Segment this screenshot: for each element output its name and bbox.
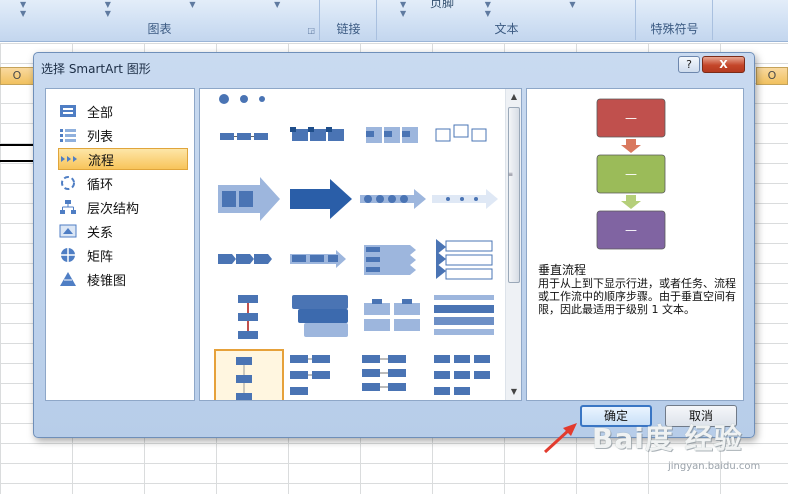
layout-thumbnail[interactable] bbox=[286, 289, 356, 349]
category-process[interactable]: 流程 bbox=[58, 148, 188, 170]
category-hierarchy[interactable]: 层次结构 bbox=[58, 196, 188, 218]
column-header[interactable]: O bbox=[0, 67, 34, 85]
layout-thumbnail[interactable] bbox=[286, 349, 356, 400]
category-label: 列表 bbox=[87, 129, 114, 145]
ribbon-group-text: 页脚 ▼ ▼ ▼ ▼ ▼ 文本 bbox=[378, 0, 636, 40]
dialog-titlebar[interactable]: 选择 SmartArt 图形 ? X bbox=[34, 53, 754, 81]
dialog-launcher-icon[interactable]: ◲ bbox=[307, 26, 315, 35]
category-label: 层次结构 bbox=[87, 201, 140, 217]
ribbon-dropdown-arrows[interactable]: ▼ ▼ ▼ ▼ ▼ bbox=[400, 0, 635, 18]
layout-thumbnail[interactable] bbox=[358, 289, 428, 349]
matrix-icon bbox=[58, 247, 78, 263]
layout-thumbnail[interactable] bbox=[430, 107, 500, 167]
ribbon-group-symbols: 特殊符号 bbox=[637, 0, 713, 40]
category-label: 矩阵 bbox=[87, 249, 114, 265]
preview-layout-name: 垂直流程 bbox=[538, 263, 587, 277]
category-list-item[interactable]: 列表 bbox=[58, 124, 188, 146]
watermark-url: jingyan.baidu.com bbox=[668, 461, 761, 472]
cycle-icon bbox=[58, 175, 78, 191]
layout-gallery: ▲ ≡ ▼ bbox=[199, 88, 522, 401]
scroll-up-arrow-icon[interactable]: ▲ bbox=[507, 90, 521, 104]
layout-thumbnail[interactable] bbox=[214, 289, 284, 349]
ribbon-group-label: 链接 bbox=[336, 22, 361, 36]
layout-thumbnail[interactable] bbox=[286, 229, 356, 289]
layout-thumbnail[interactable] bbox=[214, 229, 284, 289]
preview-panel: — — — 垂直流程 用于从上到下显示行进，或者任务、流程或工作流中的顺序步骤。由于… bbox=[526, 88, 744, 401]
ribbon-dropdown-arrows[interactable]: ▼ ▼ ▼ ▼ ▼ ▼ bbox=[20, 0, 319, 18]
category-all[interactable]: 全部 bbox=[58, 100, 188, 122]
layout-thumbnail[interactable] bbox=[214, 169, 284, 229]
category-cycle[interactable]: 循环 bbox=[58, 172, 188, 194]
layout-thumbnail[interactable] bbox=[358, 107, 428, 167]
layout-thumbnail[interactable] bbox=[286, 169, 356, 229]
layout-thumbnail[interactable] bbox=[430, 349, 500, 400]
category-relationship[interactable]: 关系 bbox=[58, 220, 188, 242]
layout-vertical-process-selected[interactable] bbox=[214, 349, 284, 400]
gallery-scrollbar[interactable]: ▲ ≡ ▼ bbox=[505, 89, 521, 400]
selected-cell-border bbox=[0, 144, 34, 162]
list-icon bbox=[58, 127, 78, 143]
layout-thumbnail[interactable] bbox=[286, 107, 356, 167]
ribbon-group-chart: ▼ ▼ ▼ ▼ ▼ ▼ 图表 ◲ bbox=[0, 0, 320, 40]
preview-step-placeholder: — bbox=[625, 223, 637, 237]
ribbon-group-label: 特殊符号 bbox=[650, 22, 699, 36]
preview-description: 用于从上到下显示行进，或者任务、流程或工作流中的顺序步骤。由于垂直空间有限，因此… bbox=[538, 277, 736, 316]
category-label: 棱锥图 bbox=[87, 273, 127, 289]
scroll-down-arrow-icon[interactable]: ▼ bbox=[507, 385, 521, 399]
category-matrix[interactable]: 矩阵 bbox=[58, 244, 188, 266]
category-list: 全部 列表 流程 循环 层次结构 关系 矩阵 棱锥图 bbox=[45, 88, 195, 401]
preview-down-arrow-icon bbox=[621, 139, 641, 153]
ribbon-group-label: 图表 bbox=[147, 22, 172, 36]
layout-thumbnail[interactable] bbox=[358, 229, 428, 289]
all-icon bbox=[58, 103, 78, 119]
layout-thumbnail[interactable] bbox=[358, 169, 428, 229]
preview-down-arrow-icon bbox=[621, 195, 641, 209]
preview-step-placeholder: — bbox=[625, 111, 637, 125]
pyramid-icon bbox=[58, 271, 78, 287]
layout-thumbnail[interactable] bbox=[358, 349, 428, 400]
category-label: 流程 bbox=[88, 153, 115, 169]
scroll-thumb[interactable] bbox=[508, 107, 520, 283]
layout-thumbnail[interactable] bbox=[430, 169, 500, 229]
column-header[interactable]: O bbox=[756, 67, 788, 85]
dialog-title: 选择 SmartArt 图形 bbox=[41, 62, 151, 76]
relationship-icon bbox=[58, 223, 78, 239]
close-button[interactable]: X bbox=[702, 56, 745, 73]
process-icon bbox=[59, 151, 79, 167]
hierarchy-icon bbox=[58, 199, 78, 215]
layout-thumbnail[interactable] bbox=[214, 89, 284, 149]
ribbon-group-label: 文本 bbox=[494, 22, 519, 36]
watermark-logo: Bai度 经验 bbox=[592, 422, 743, 455]
category-label: 循环 bbox=[87, 177, 114, 193]
smartart-dialog: 选择 SmartArt 图形 ? X 全部 列表 流程 循环 层次结构 关系 矩… bbox=[33, 52, 755, 438]
category-label: 全部 bbox=[87, 105, 114, 121]
ribbon: ▼ ▼ ▼ ▼ ▼ ▼ 图表 ◲ 链接 页脚 ▼ ▼ ▼ ▼ ▼ 文本 特殊符号 bbox=[0, 0, 788, 42]
layout-thumbnail[interactable] bbox=[430, 289, 500, 349]
category-pyramid[interactable]: 棱锥图 bbox=[58, 268, 188, 290]
layout-thumbnail[interactable] bbox=[430, 229, 500, 289]
red-pointer-arrow-icon bbox=[543, 423, 577, 454]
baidu-watermark: Bai度 经验 jingyan.baidu.com bbox=[592, 417, 760, 472]
preview-step-placeholder: — bbox=[625, 167, 637, 181]
scroll-grip-icon: ≡ bbox=[508, 171, 514, 178]
category-label: 关系 bbox=[87, 225, 114, 241]
help-button[interactable]: ? bbox=[678, 56, 700, 73]
ribbon-group-link: 链接 bbox=[321, 0, 377, 40]
